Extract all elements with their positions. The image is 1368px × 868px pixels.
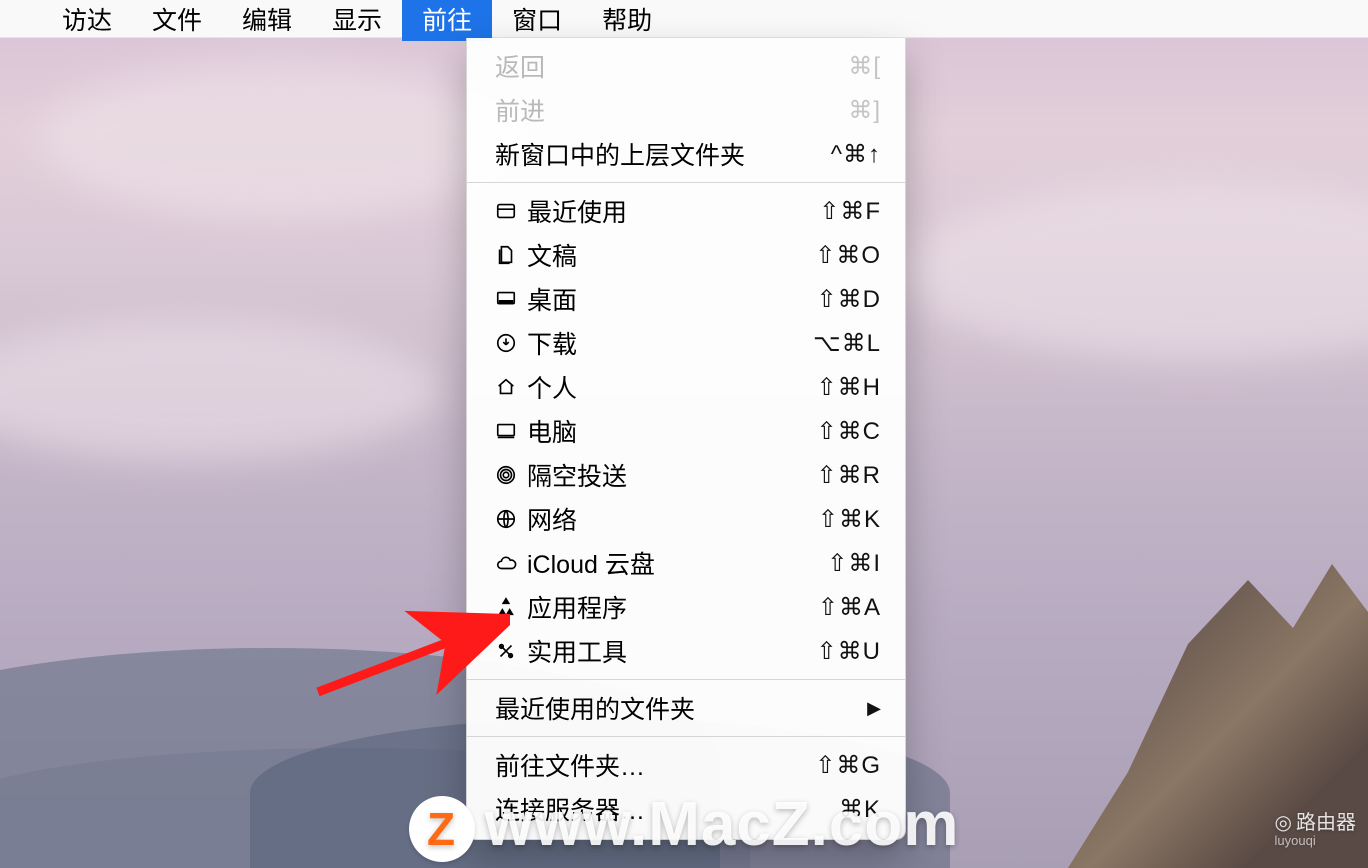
menu-label: 文稿 — [521, 237, 815, 273]
router-badge: ◎路由器 luyouqi — [1275, 812, 1356, 848]
background-cloud — [900, 180, 1368, 360]
router-icon: ◎ — [1275, 812, 1292, 834]
menu-shortcut: ⇧⌘H — [817, 373, 881, 402]
menu-shortcut: ⌘K — [839, 795, 881, 824]
menu-item-connect-server[interactable]: 连接服务器… ⌘K — [467, 787, 905, 831]
menu-shortcut: ⌘] — [848, 96, 881, 125]
menu-label: 新窗口中的上层文件夹 — [491, 136, 831, 172]
menu-shortcut: ⇧⌘I — [827, 549, 881, 578]
menu-label: 连接服务器… — [491, 791, 839, 827]
menu-item-computer[interactable]: 电脑 ⇧⌘C — [467, 409, 905, 453]
menu-label: 最近使用的文件夹 — [491, 690, 867, 726]
menubar-item-finder[interactable]: 访达 — [42, 0, 132, 41]
menu-shortcut: ⌘[ — [848, 52, 881, 81]
menu-item-icloud-drive[interactable]: iCloud 云盘 ⇧⌘I — [467, 541, 905, 585]
menubar-item-edit[interactable]: 编辑 — [222, 0, 312, 41]
menu-shortcut: ⇧⌘R — [817, 461, 881, 490]
desktop-icon — [491, 288, 521, 310]
background-cloud — [40, 60, 520, 220]
menu-label: 电脑 — [521, 413, 817, 449]
menu-item-applications[interactable]: 应用程序 ⇧⌘A — [467, 585, 905, 629]
menu-item-documents[interactable]: 文稿 ⇧⌘O — [467, 233, 905, 277]
menu-item-airdrop[interactable]: 隔空投送 ⇧⌘R — [467, 453, 905, 497]
menu-label: 最近使用 — [521, 193, 819, 229]
menu-separator — [467, 736, 905, 737]
icloud-icon — [491, 554, 521, 572]
menu-label: 网络 — [521, 501, 818, 537]
menubar-item-window[interactable]: 窗口 — [492, 0, 582, 41]
menu-shortcut: ⇧⌘F — [819, 197, 881, 226]
router-label: 路由器 — [1296, 812, 1356, 834]
menu-shortcut: ⇧⌘A — [818, 593, 881, 622]
menubar-item-go[interactable]: 前往 — [402, 0, 492, 41]
menu-label: 个人 — [521, 369, 817, 405]
menu-shortcut: ^⌘↑ — [831, 140, 881, 169]
applications-icon — [491, 596, 521, 618]
menu-shortcut: ⌥⌘L — [813, 329, 881, 358]
submenu-arrow-icon: ▶ — [867, 698, 881, 719]
router-sub: luyouqi — [1275, 834, 1356, 848]
menu-item-enclosing-folder-new-window[interactable]: 新窗口中的上层文件夹 ^⌘↑ — [467, 132, 905, 176]
menu-item-desktop[interactable]: 桌面 ⇧⌘D — [467, 277, 905, 321]
menubar-item-help[interactable]: 帮助 — [582, 0, 672, 41]
documents-icon — [491, 244, 521, 266]
menu-shortcut: ⇧⌘G — [815, 751, 881, 780]
menubar-item-view[interactable]: 显示 — [312, 0, 402, 41]
menu-separator — [467, 182, 905, 183]
downloads-icon — [491, 332, 521, 354]
menu-item-back: 返回 ⌘[ — [467, 44, 905, 88]
recents-icon — [491, 200, 521, 222]
menu-item-recents[interactable]: 最近使用 ⇧⌘F — [467, 189, 905, 233]
menu-label: 返回 — [491, 48, 848, 84]
menu-shortcut: ⇧⌘C — [817, 417, 881, 446]
menu-shortcut: ⇧⌘D — [817, 285, 881, 314]
menu-item-recent-folders[interactable]: 最近使用的文件夹 ▶ — [467, 686, 905, 730]
menu-bar: 访达 文件 编辑 显示 前往 窗口 帮助 — [0, 0, 1368, 38]
menu-label: 前往文件夹… — [491, 747, 815, 783]
menu-label: iCloud 云盘 — [521, 545, 827, 581]
menu-item-forward: 前进 ⌘] — [467, 88, 905, 132]
menu-separator — [467, 679, 905, 680]
go-menu-dropdown: 返回 ⌘[ 前进 ⌘] 新窗口中的上层文件夹 ^⌘↑ 最近使用 ⇧⌘F 文稿 ⇧… — [466, 38, 906, 840]
computer-icon — [491, 420, 521, 442]
menu-shortcut: ⇧⌘O — [815, 241, 881, 270]
utilities-icon — [491, 640, 521, 662]
menu-item-downloads[interactable]: 下载 ⌥⌘L — [467, 321, 905, 365]
background-cloud — [0, 320, 440, 460]
menu-label: 下载 — [521, 325, 813, 361]
menu-item-go-to-folder[interactable]: 前往文件夹… ⇧⌘G — [467, 743, 905, 787]
home-icon — [491, 376, 521, 398]
network-icon — [491, 508, 521, 530]
menu-item-utilities[interactable]: 实用工具 ⇧⌘U — [467, 629, 905, 673]
menu-item-home[interactable]: 个人 ⇧⌘H — [467, 365, 905, 409]
menu-label: 实用工具 — [521, 633, 817, 669]
menu-shortcut: ⇧⌘K — [818, 505, 881, 534]
menu-label: 应用程序 — [521, 589, 818, 625]
menu-label: 隔空投送 — [521, 457, 817, 493]
menu-item-network[interactable]: 网络 ⇧⌘K — [467, 497, 905, 541]
menubar-item-file[interactable]: 文件 — [132, 0, 222, 41]
menu-label: 桌面 — [521, 281, 817, 317]
airdrop-icon — [491, 464, 521, 486]
menu-shortcut: ⇧⌘U — [817, 637, 881, 666]
menu-label: 前进 — [491, 92, 848, 128]
